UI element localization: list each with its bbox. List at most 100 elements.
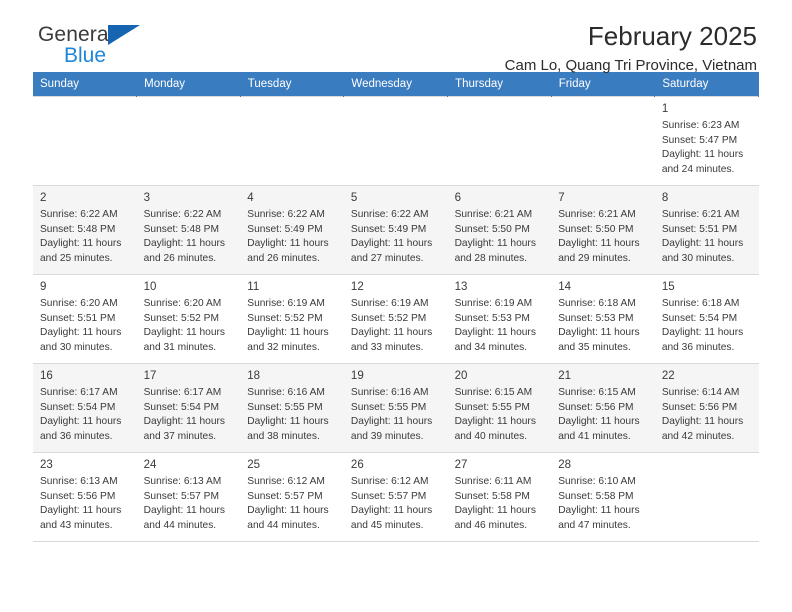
sunrise-text: Sunrise: 6:15 AM bbox=[454, 387, 533, 399]
daylight-text: Daylight: 11 hours and 26 minutes. bbox=[247, 238, 329, 264]
calendar-day-cell[interactable]: 4 Sunrise: 6:22 AM Sunset: 5:49 PM Daylight… bbox=[240, 185, 344, 275]
sunset-text: Sunset: 5:56 PM bbox=[661, 401, 738, 413]
calendar-day-cell[interactable]: 19 Sunrise: 6:16 AM Sunset: 5:55 PM Dayligh… bbox=[343, 363, 448, 453]
calendar-day-cell[interactable]: 13 Sunrise: 6:19 AM Sunset: 5:53 PM Dayligh… bbox=[447, 274, 552, 364]
logo-text-general: General bbox=[38, 23, 114, 46]
day-number: 5 bbox=[350, 192, 358, 204]
sunset-text: Sunset: 5:52 PM bbox=[350, 312, 427, 324]
daylight-text: Daylight: 11 hours and 36 minutes. bbox=[40, 416, 122, 442]
day-details: Sunrise: 6:15 AM Sunset: 5:55 PM Daylight:… bbox=[455, 386, 546, 444]
calendar-day-cell[interactable]: 12 Sunrise: 6:19 AM Sunset: 5:52 PM Dayligh… bbox=[343, 274, 448, 364]
calendar-day-cell[interactable]: 15 Sunrise: 6:18 AM Sunset: 5:54 PM Dayligh… bbox=[654, 274, 759, 364]
page-header: General Blue February 2025 Cam Lo, Quang… bbox=[33, 0, 759, 74]
sunrise-text: Sunrise: 6:10 AM bbox=[558, 476, 636, 488]
day-details: Sunrise: 6:16 AM Sunset: 5:55 PM Daylight:… bbox=[247, 386, 338, 444]
daylight-text: Daylight: 11 hours and 29 minutes. bbox=[558, 238, 640, 264]
sunrise-text: Sunrise: 6:14 AM bbox=[661, 387, 740, 399]
sunrise-text: Sunrise: 6:19 AM bbox=[350, 298, 429, 310]
calendar-day-cell[interactable]: 28 Sunrise: 6:10 AM Sunset: 5:58 PM Dayligh… bbox=[551, 452, 655, 542]
calendar-day-cell-empty bbox=[654, 452, 759, 542]
day-number: 4 bbox=[247, 192, 254, 204]
sunset-text: Sunset: 5:54 PM bbox=[661, 312, 738, 324]
day-number: 8 bbox=[661, 192, 669, 204]
day-details: Sunrise: 6:18 AM Sunset: 5:54 PM Daylight:… bbox=[662, 297, 753, 355]
calendar-day-cell[interactable]: 25 Sunrise: 6:12 AM Sunset: 5:57 PM Dayligh… bbox=[240, 452, 344, 542]
sunrise-text: Sunrise: 6:22 AM bbox=[143, 209, 222, 221]
day-details: Sunrise: 6:22 AM Sunset: 5:48 PM Daylight:… bbox=[40, 208, 131, 266]
calendar-day-cell[interactable]: 21 Sunrise: 6:15 AM Sunset: 5:56 PM Dayligh… bbox=[551, 363, 655, 453]
sunset-text: Sunset: 5:55 PM bbox=[454, 401, 530, 413]
sunset-text: Sunset: 5:52 PM bbox=[247, 312, 323, 324]
daylight-text: Daylight: 11 hours and 43 minutes. bbox=[40, 505, 122, 531]
calendar-page: General Blue February 2025 Cam Lo, Quang… bbox=[0, 0, 792, 612]
day-number: 21 bbox=[558, 370, 571, 382]
daylight-text: Daylight: 11 hours and 45 minutes. bbox=[350, 505, 433, 531]
day-number: 11 bbox=[247, 281, 260, 293]
sunset-text: Sunset: 5:49 PM bbox=[350, 223, 427, 235]
calendar-day-cell[interactable]: 8 Sunrise: 6:21 AM Sunset: 5:51 PM Daylight… bbox=[654, 185, 759, 275]
sunset-text: Sunset: 5:50 PM bbox=[454, 223, 530, 235]
calendar-day-cell[interactable]: 27 Sunrise: 6:11 AM Sunset: 5:58 PM Dayligh… bbox=[447, 452, 552, 542]
day-number: 6 bbox=[454, 192, 461, 204]
day-details: Sunrise: 6:23 AM Sunset: 5:47 PM Daylight:… bbox=[662, 119, 753, 177]
sunset-text: Sunset: 5:50 PM bbox=[558, 223, 634, 235]
calendar-day-cell[interactable]: 23 Sunrise: 6:13 AM Sunset: 5:56 PM Dayligh… bbox=[33, 452, 137, 542]
calendar-day-cell[interactable]: 20 Sunrise: 6:15 AM Sunset: 5:55 PM Dayligh… bbox=[447, 363, 552, 453]
day-details: Sunrise: 6:12 AM Sunset: 5:57 PM Daylight:… bbox=[351, 475, 442, 533]
calendar-day-cell[interactable]: 2 Sunrise: 6:22 AM Sunset: 5:48 PM Daylight… bbox=[33, 185, 137, 275]
daylight-text: Daylight: 11 hours and 25 minutes. bbox=[40, 238, 122, 264]
day-number: 3 bbox=[143, 192, 151, 204]
calendar-day-cell[interactable]: 3 Sunrise: 6:22 AM Sunset: 5:48 PM Daylight… bbox=[136, 185, 241, 275]
sunrise-text: Sunrise: 6:16 AM bbox=[247, 387, 325, 399]
calendar-day-cell[interactable]: 18 Sunrise: 6:16 AM Sunset: 5:55 PM Dayligh… bbox=[240, 363, 344, 453]
day-number: 27 bbox=[454, 459, 468, 471]
daylight-text: Daylight: 11 hours and 30 minutes. bbox=[661, 238, 744, 264]
calendar-day-cell[interactable]: 24 Sunrise: 6:13 AM Sunset: 5:57 PM Dayligh… bbox=[136, 452, 241, 542]
calendar-day-cell[interactable]: 17 Sunrise: 6:17 AM Sunset: 5:54 PM Dayligh… bbox=[136, 363, 241, 453]
calendar-day-cell[interactable]: 22 Sunrise: 6:14 AM Sunset: 5:56 PM Dayligh… bbox=[654, 363, 759, 453]
calendar-day-cell[interactable]: 16 Sunrise: 6:17 AM Sunset: 5:54 PM Dayligh… bbox=[33, 363, 137, 453]
sunset-text: Sunset: 5:54 PM bbox=[143, 401, 219, 413]
daylight-text: Daylight: 11 hours and 36 minutes. bbox=[661, 327, 744, 353]
calendar-day-cell[interactable]: 14 Sunrise: 6:18 AM Sunset: 5:53 PM Dayligh… bbox=[551, 274, 655, 364]
calendar-body: 1 Sunrise: 6:23 AM Sunset: 5:47 PM Daylight… bbox=[33, 96, 759, 542]
sunset-text: Sunset: 5:51 PM bbox=[661, 223, 738, 235]
day-details: Sunrise: 6:21 AM Sunset: 5:50 PM Daylight:… bbox=[455, 208, 546, 266]
day-details: Sunrise: 6:20 AM Sunset: 5:52 PM Daylight:… bbox=[144, 297, 235, 355]
calendar-day-cell[interactable]: 1 Sunrise: 6:23 AM Sunset: 5:47 PM Daylight… bbox=[654, 96, 759, 186]
day-details: Sunrise: 6:17 AM Sunset: 5:54 PM Daylight:… bbox=[144, 386, 235, 444]
sunset-text: Sunset: 5:52 PM bbox=[143, 312, 219, 324]
sunrise-text: Sunrise: 6:12 AM bbox=[247, 476, 325, 488]
calendar-day-cell[interactable]: 5 Sunrise: 6:22 AM Sunset: 5:49 PM Daylight… bbox=[343, 185, 448, 275]
sunset-text: Sunset: 5:49 PM bbox=[247, 223, 323, 235]
daylight-text: Daylight: 11 hours and 47 minutes. bbox=[558, 505, 640, 531]
day-number: 26 bbox=[350, 459, 364, 471]
page-subtitle: Cam Lo, Quang Tri Province, Vietnam bbox=[504, 56, 757, 74]
sunset-text: Sunset: 5:57 PM bbox=[143, 490, 219, 502]
day-number: 10 bbox=[143, 281, 157, 293]
weekday-header-thursday: Thursday bbox=[447, 72, 552, 97]
day-details: Sunrise: 6:20 AM Sunset: 5:51 PM Daylight:… bbox=[40, 297, 131, 355]
day-number: 22 bbox=[661, 370, 675, 382]
daylight-text: Daylight: 11 hours and 30 minutes. bbox=[40, 327, 122, 353]
calendar-day-cell-empty bbox=[343, 96, 448, 186]
calendar-day-cell[interactable]: 11 Sunrise: 6:19 AM Sunset: 5:52 PM Dayligh… bbox=[240, 274, 344, 364]
day-number: 13 bbox=[454, 281, 468, 293]
calendar-day-cell[interactable]: 26 Sunrise: 6:12 AM Sunset: 5:57 PM Dayligh… bbox=[343, 452, 448, 542]
daylight-text: Daylight: 11 hours and 44 minutes. bbox=[247, 505, 329, 531]
calendar-table: Sunday Monday Tuesday Wednesday Thursday Frid… bbox=[33, 72, 759, 542]
sunrise-text: Sunrise: 6:20 AM bbox=[143, 298, 222, 310]
day-details: Sunrise: 6:16 AM Sunset: 5:55 PM Daylight:… bbox=[351, 386, 442, 444]
calendar-day-cell[interactable]: 7 Sunrise: 6:21 AM Sunset: 5:50 PM Daylight… bbox=[551, 185, 655, 275]
sunset-text: Sunset: 5:47 PM bbox=[661, 134, 738, 146]
calendar-day-cell[interactable]: 9 Sunrise: 6:20 AM Sunset: 5:51 PM Daylight… bbox=[33, 274, 137, 364]
daylight-text: Daylight: 11 hours and 41 minutes. bbox=[558, 416, 640, 442]
sunrise-text: Sunrise: 6:20 AM bbox=[40, 298, 118, 310]
calendar-week-row: 1 Sunrise: 6:23 AM Sunset: 5:47 PM Daylight… bbox=[33, 96, 759, 186]
day-number: 18 bbox=[247, 370, 261, 382]
daylight-text: Daylight: 11 hours and 26 minutes. bbox=[143, 238, 225, 264]
calendar-day-cell[interactable]: 10 Sunrise: 6:20 AM Sunset: 5:52 PM Dayligh… bbox=[136, 274, 241, 364]
calendar-day-cell[interactable]: 6 Sunrise: 6:21 AM Sunset: 5:50 PM Daylight… bbox=[447, 185, 552, 275]
sunrise-text: Sunrise: 6:12 AM bbox=[350, 476, 429, 488]
day-number: 28 bbox=[558, 459, 571, 471]
